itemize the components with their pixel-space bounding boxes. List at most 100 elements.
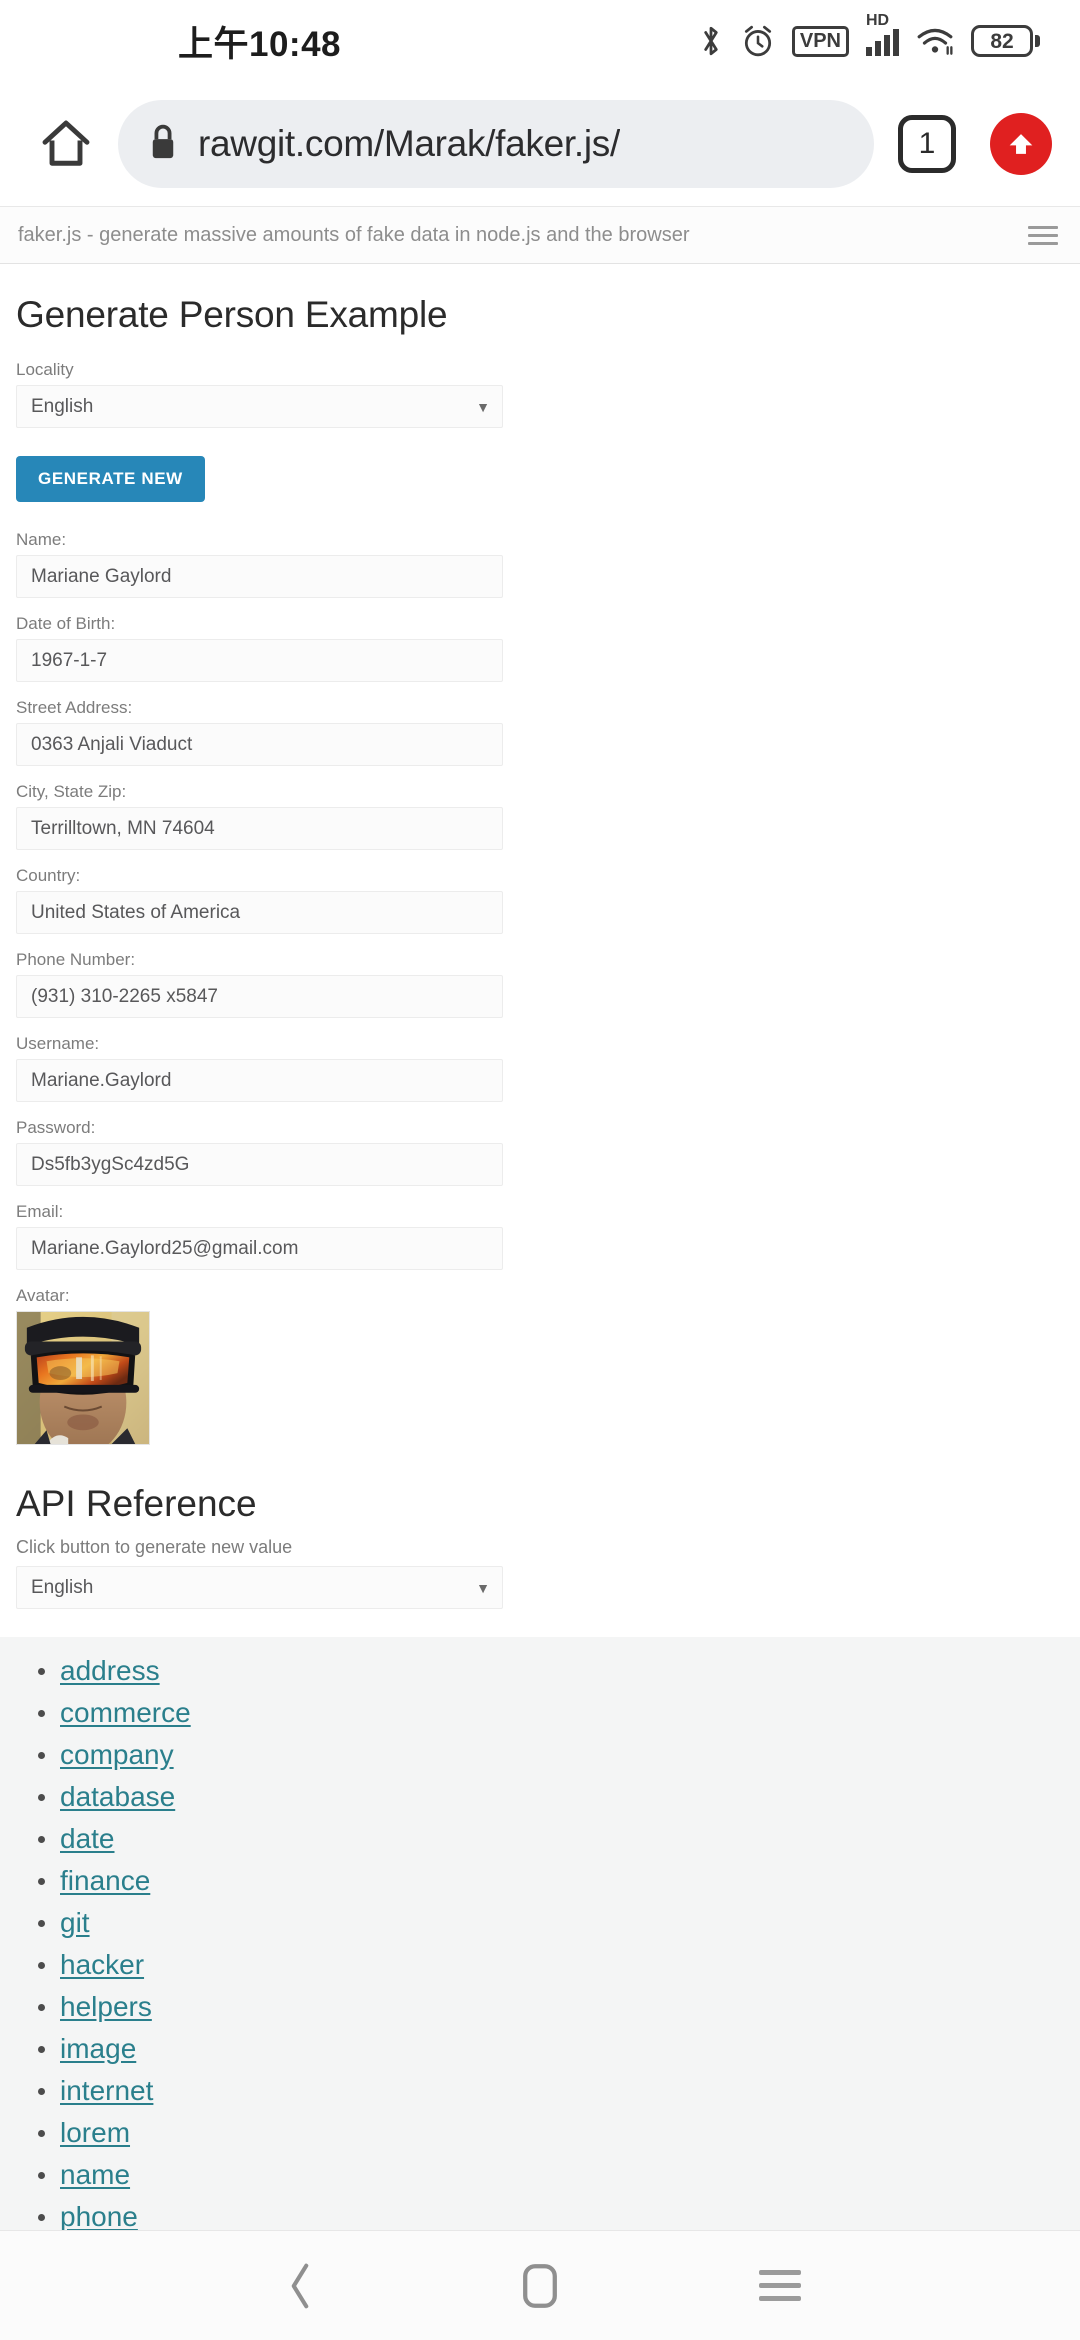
list-item: database xyxy=(38,1781,1080,1813)
system-navigation-bar xyxy=(0,2230,1080,2340)
browser-toolbar: rawgit.com/Marak/faker.js/ 1 xyxy=(0,82,1080,206)
field-phone-number: Phone Number: (931) 310-2265 x5847 xyxy=(16,950,1064,1018)
field-input[interactable]: 0363 Anjali Viaduct xyxy=(16,723,503,766)
field-password: Password: Ds5fb3ygSc4zd5G xyxy=(16,1118,1064,1186)
field-label: Country: xyxy=(16,866,81,885)
bluetooth-icon xyxy=(698,24,724,58)
page-content: Generate Person Example Locality English… xyxy=(0,294,1080,2340)
api-locality-selected-value: English xyxy=(31,1576,94,1598)
field-input[interactable]: 1967-1-7 xyxy=(16,639,503,682)
list-item: hacker xyxy=(38,1949,1080,1981)
phone-screen: 上午10:48 VPN HD 82 rawgit.com/Marak/faker… xyxy=(0,0,1080,2340)
field-label: Street Address: xyxy=(16,698,133,717)
back-chevron-icon[interactable] xyxy=(255,2241,345,2331)
battery-icon: 82 xyxy=(971,25,1040,57)
list-item: name xyxy=(38,2159,1080,2191)
field-label: City, State Zip: xyxy=(16,782,127,801)
site-navbar: faker.js - generate massive amounts of f… xyxy=(0,206,1080,264)
battery-level: 82 xyxy=(990,29,1014,53)
api-link[interactable]: company xyxy=(60,1739,174,1771)
list-item: lorem xyxy=(38,2117,1080,2149)
field-country: Country: United States of America xyxy=(16,866,1064,934)
status-clock: 上午10:48 xyxy=(178,24,342,64)
alarm-icon xyxy=(741,24,775,58)
field-input[interactable]: Mariane.Gaylord xyxy=(16,1059,503,1102)
list-item: date xyxy=(38,1823,1080,1855)
battery-body: 82 xyxy=(971,25,1033,57)
status-icon-tray: VPN HD 82 xyxy=(698,13,1040,58)
locality-selected-value: English xyxy=(31,395,94,417)
recents-lines xyxy=(759,2270,801,2301)
hd-label: HD xyxy=(866,12,890,29)
list-item: company xyxy=(38,1739,1080,1771)
field-username: Username: Mariane.Gaylord xyxy=(16,1034,1064,1102)
field-input[interactable]: Ds5fb3ygSc4zd5G xyxy=(16,1143,503,1186)
api-link[interactable]: git xyxy=(60,1907,90,1939)
signal-bars xyxy=(866,26,899,56)
field-email: Email: Mariane.Gaylord25@gmail.com xyxy=(16,1202,1064,1270)
hd-signal-icon: HD xyxy=(866,13,899,56)
field-label: Password: xyxy=(16,1118,96,1137)
locality-label: Locality xyxy=(16,360,74,379)
api-link[interactable]: commerce xyxy=(60,1697,191,1729)
field-input[interactable]: Terrilltown, MN 74604 xyxy=(16,807,503,850)
address-bar[interactable]: rawgit.com/Marak/faker.js/ xyxy=(118,100,874,188)
list-item: address xyxy=(38,1655,1080,1687)
field-label: Email: xyxy=(16,1202,64,1221)
api-link[interactable]: address xyxy=(60,1655,160,1687)
home-square-icon[interactable] xyxy=(495,2241,585,2331)
api-reference-subtitle: Click button to generate new value xyxy=(16,1537,293,1557)
list-item: commerce xyxy=(38,1697,1080,1729)
field-street-address: Street Address: 0363 Anjali Viaduct xyxy=(16,698,1064,766)
recents-icon[interactable] xyxy=(735,2241,825,2331)
api-link[interactable]: hacker xyxy=(60,1949,144,1981)
api-link[interactable]: database xyxy=(60,1781,175,1813)
page-title: Generate Person Example xyxy=(16,294,448,335)
tab-counter-button[interactable]: 1 xyxy=(898,115,956,173)
wifi-icon xyxy=(916,26,954,56)
api-link[interactable]: phone xyxy=(60,2201,138,2233)
field-input[interactable]: Mariane Gaylord xyxy=(16,555,503,598)
api-link[interactable]: lorem xyxy=(60,2117,130,2149)
hamburger-icon[interactable] xyxy=(1024,220,1062,251)
chevron-down-icon: ▼ xyxy=(476,1579,490,1596)
list-item: phone xyxy=(38,2201,1080,2233)
api-link[interactable]: image xyxy=(60,2033,136,2065)
api-link[interactable]: date xyxy=(60,1823,115,1855)
field-label: Username: xyxy=(16,1034,100,1053)
api-reference-title: API Reference xyxy=(16,1483,257,1524)
vpn-icon: VPN xyxy=(791,25,849,57)
api-link[interactable]: helpers xyxy=(60,1991,152,2023)
list-item: finance xyxy=(38,1865,1080,1897)
field-input[interactable]: (931) 310-2265 x5847 xyxy=(16,975,503,1018)
status-bar: 上午10:48 VPN HD 82 xyxy=(0,0,1080,82)
field-city-state-zip: City, State Zip: Terrilltown, MN 74604 xyxy=(16,782,1064,850)
list-item: helpers xyxy=(38,1991,1080,2023)
home-icon[interactable] xyxy=(28,116,104,172)
field-avatar: Avatar: xyxy=(16,1286,1064,1445)
field-name: Name: Mariane Gaylord xyxy=(16,530,1064,598)
api-locality-select[interactable]: English ▼ xyxy=(16,1566,503,1609)
field-input[interactable]: Mariane.Gaylord25@gmail.com xyxy=(16,1227,503,1270)
avatar xyxy=(16,1311,150,1445)
chevron-down-icon: ▼ xyxy=(476,398,490,415)
field-date-of-birth: Date of Birth: 1967-1-7 xyxy=(16,614,1064,682)
field-label: Name: xyxy=(16,530,67,549)
site-brand[interactable]: faker.js - generate massive amounts of f… xyxy=(18,224,689,247)
api-link[interactable]: internet xyxy=(60,2075,153,2107)
list-item: git xyxy=(38,1907,1080,1939)
up-arrow-icon[interactable] xyxy=(990,113,1052,175)
generate-new-button[interactable]: GENERATE NEW xyxy=(16,456,205,502)
battery-tip xyxy=(1035,35,1040,47)
url-text: rawgit.com/Marak/faker.js/ xyxy=(198,123,620,164)
api-link[interactable]: finance xyxy=(60,1865,150,1897)
locality-select[interactable]: English ▼ xyxy=(16,385,503,428)
field-label: Date of Birth: xyxy=(16,614,116,633)
field-label: Phone Number: xyxy=(16,950,136,969)
list-item: image xyxy=(38,2033,1080,2065)
api-link[interactable]: name xyxy=(60,2159,130,2191)
tab-count-label: 1 xyxy=(918,127,936,160)
field-input[interactable]: United States of America xyxy=(16,891,503,934)
avatar-label: Avatar: xyxy=(16,1286,70,1305)
list-item: internet xyxy=(38,2075,1080,2107)
